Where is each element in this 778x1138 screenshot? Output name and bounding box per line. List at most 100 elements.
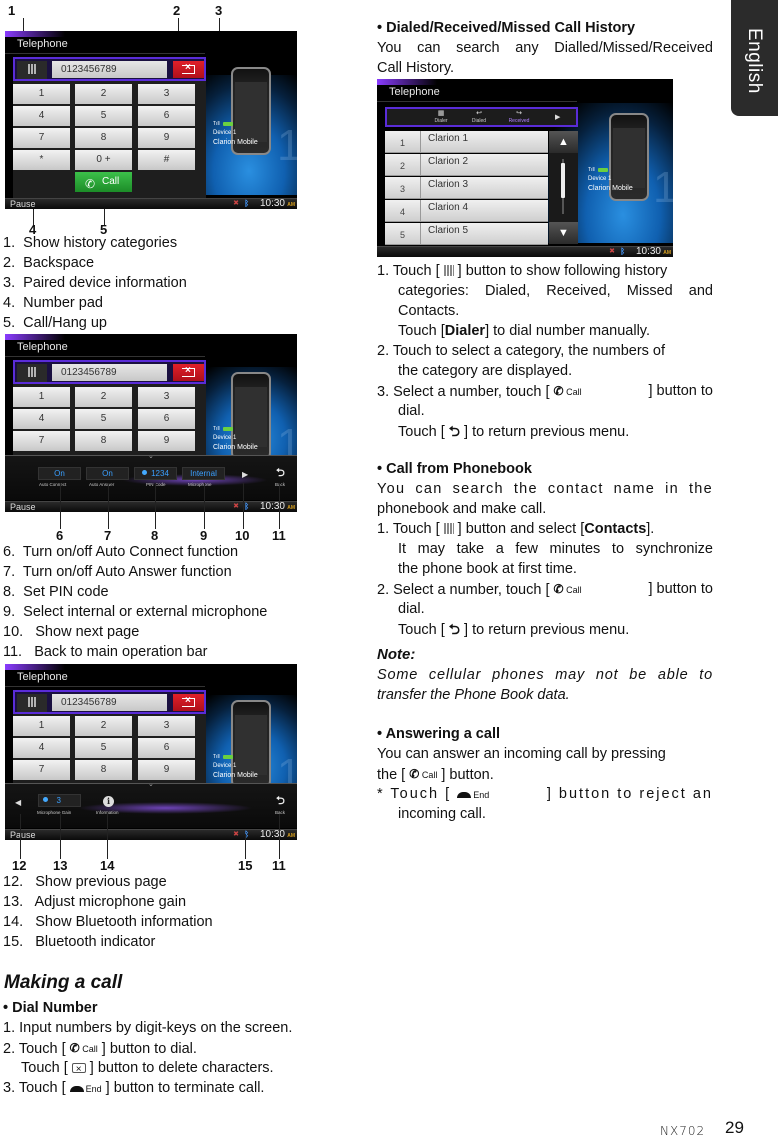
key-3[interactable]: 3 bbox=[138, 84, 195, 104]
key-2[interactable]: 2 bbox=[75, 84, 132, 104]
chevron-down-icon[interactable]: ⌄ bbox=[148, 780, 154, 788]
call-button-label: Call bbox=[102, 176, 120, 187]
key-8[interactable]: 8 bbox=[75, 760, 132, 780]
step-text: 1. Input numbers by digit-keys on the sc… bbox=[3, 1020, 293, 1036]
key-8[interactable]: 8 bbox=[75, 128, 132, 148]
step-text: the category are displayed. bbox=[398, 363, 573, 379]
auto-answer-toggle[interactable]: On bbox=[86, 467, 129, 480]
key-9[interactable]: 9 bbox=[138, 431, 195, 451]
device-number: 1 bbox=[653, 163, 673, 212]
key-4[interactable]: 4 bbox=[13, 409, 70, 429]
key-5[interactable]: 5 bbox=[75, 106, 132, 126]
status-time: 10:30 bbox=[259, 198, 285, 209]
list-item: 13. Adjust microphone gain bbox=[3, 894, 187, 910]
key-2[interactable]: 2 bbox=[75, 387, 132, 407]
step-text: 1. Touch [ ] button and select [Contacts… bbox=[377, 521, 655, 537]
chevron-down-icon[interactable]: ⌄ bbox=[148, 452, 154, 460]
key-1[interactable]: 1 bbox=[13, 387, 70, 407]
pin-code-button[interactable]: 1234 bbox=[134, 467, 177, 480]
key-9[interactable]: 9 bbox=[138, 128, 195, 148]
scrollbar[interactable]: ▲ ▼ bbox=[549, 131, 578, 244]
subheading-phonebook: • Call from Phonebook bbox=[377, 461, 532, 477]
key-4[interactable]: 4 bbox=[13, 106, 70, 126]
device-model: Clarion Mobile bbox=[588, 185, 633, 192]
tab-dialed[interactable]: ↩ Dialed bbox=[468, 110, 490, 124]
back-icon: ⮌ bbox=[448, 621, 460, 637]
back-icon[interactable]: ⮌ bbox=[276, 464, 285, 483]
info-icon[interactable]: i bbox=[103, 796, 114, 807]
callout-1: 1 bbox=[8, 3, 16, 18]
backspace-button[interactable] bbox=[173, 364, 204, 381]
history-categories-button[interactable] bbox=[17, 364, 47, 382]
microphone-select[interactable]: Internal bbox=[182, 467, 225, 480]
key-star[interactable]: * bbox=[13, 150, 70, 170]
key-1[interactable]: 1 bbox=[13, 84, 70, 104]
tab-received[interactable]: ↪ Received bbox=[508, 110, 530, 124]
scroll-up-icon[interactable]: ▲ bbox=[549, 131, 578, 153]
key-hash[interactable]: # bbox=[138, 150, 195, 170]
next-category-icon[interactable]: ▶ bbox=[555, 113, 560, 121]
history-category-bar: ▦ Dialer ↩ Dialed ↪ Received ▶ bbox=[385, 107, 578, 127]
number-input-bar: 0123456789 bbox=[13, 690, 206, 714]
history-row[interactable]: 4 Clarion 4 bbox=[385, 200, 548, 222]
next-page-icon[interactable]: ▶ bbox=[242, 470, 248, 479]
number-field[interactable]: 0123456789 bbox=[52, 694, 167, 711]
screen-title: Telephone bbox=[389, 86, 440, 98]
back-icon: ⮌ bbox=[448, 423, 460, 439]
call-button-icon: ✆ Call bbox=[409, 767, 438, 781]
microphone-gain-control[interactable]: 3 bbox=[38, 794, 81, 807]
list-item: 9. Select internal or external microphon… bbox=[3, 604, 268, 620]
key-8[interactable]: 8 bbox=[75, 431, 132, 451]
number-field[interactable]: 0123456789 bbox=[52, 61, 167, 78]
telephone-screen-history: Telephone ▦ Dialer ↩ Dialed ↪ Received ▶ 1C… bbox=[377, 79, 673, 257]
device-name: Device 1 bbox=[213, 435, 237, 441]
key-5[interactable]: 5 bbox=[75, 409, 132, 429]
section-heading-making-a-call: Making a call bbox=[4, 972, 123, 993]
screen-title: Telephone bbox=[17, 671, 68, 683]
subheading-call-history: • Dialed/Received/Missed Call History bbox=[377, 20, 636, 36]
device-model: Clarion Mobile bbox=[213, 139, 258, 146]
key-2[interactable]: 2 bbox=[75, 716, 132, 736]
number-field[interactable]: 0123456789 bbox=[52, 364, 167, 381]
key-9[interactable]: 9 bbox=[138, 760, 195, 780]
back-icon[interactable]: ⮌ bbox=[276, 792, 285, 811]
status-bar: Pause ✖ ᛒ 10:30 AM bbox=[5, 198, 297, 209]
auto-connect-toggle[interactable]: On bbox=[38, 467, 81, 480]
callout-10: 10 bbox=[235, 528, 250, 543]
key-6[interactable]: 6 bbox=[138, 738, 195, 758]
backspace-button[interactable] bbox=[173, 694, 204, 711]
key-4[interactable]: 4 bbox=[13, 738, 70, 758]
key-3[interactable]: 3 bbox=[138, 716, 195, 736]
key-3[interactable]: 3 bbox=[138, 387, 195, 407]
key-6[interactable]: 6 bbox=[138, 106, 195, 126]
bluetooth-icon: ᛒ bbox=[244, 199, 249, 208]
key-1[interactable]: 1 bbox=[13, 716, 70, 736]
key-7[interactable]: 7 bbox=[13, 760, 70, 780]
key-6[interactable]: 6 bbox=[138, 409, 195, 429]
call-button[interactable]: ✆ Call bbox=[75, 172, 132, 192]
step-text: Touch [ ] button to delete characters. bbox=[21, 1058, 274, 1080]
grid-icon bbox=[28, 697, 37, 707]
scroll-down-icon[interactable]: ▼ bbox=[549, 222, 578, 244]
tab-dialer[interactable]: ▦ Dialer bbox=[430, 110, 452, 124]
status-bar: Pause ✖ ᛒ 10:30 AM bbox=[5, 829, 297, 840]
back-label: Back bbox=[275, 810, 286, 815]
key-5[interactable]: 5 bbox=[75, 738, 132, 758]
history-categories-button[interactable] bbox=[17, 61, 47, 79]
history-row[interactable]: 1 Clarion 1 bbox=[385, 131, 548, 153]
previous-page-icon[interactable]: ◀ bbox=[15, 798, 21, 807]
status-ampm: AM bbox=[287, 202, 295, 208]
language-tab-label: English bbox=[744, 28, 765, 94]
key-0[interactable]: 0 + bbox=[75, 150, 132, 170]
list-item: 6. Turn on/off Auto Connect function bbox=[3, 544, 239, 560]
scroll-thumb[interactable] bbox=[561, 163, 565, 198]
history-categories-button[interactable] bbox=[17, 694, 47, 712]
history-row[interactable]: 3 Clarion 3 bbox=[385, 177, 548, 199]
history-row[interactable]: 2 Clarion 2 bbox=[385, 154, 548, 176]
key-7[interactable]: 7 bbox=[13, 128, 70, 148]
mute-icon: ✖ bbox=[233, 503, 239, 510]
key-7[interactable]: 7 bbox=[13, 431, 70, 451]
step-text: dial. bbox=[398, 403, 425, 419]
history-row[interactable]: 5 Clarion 5 bbox=[385, 223, 548, 245]
backspace-button[interactable] bbox=[173, 61, 204, 78]
